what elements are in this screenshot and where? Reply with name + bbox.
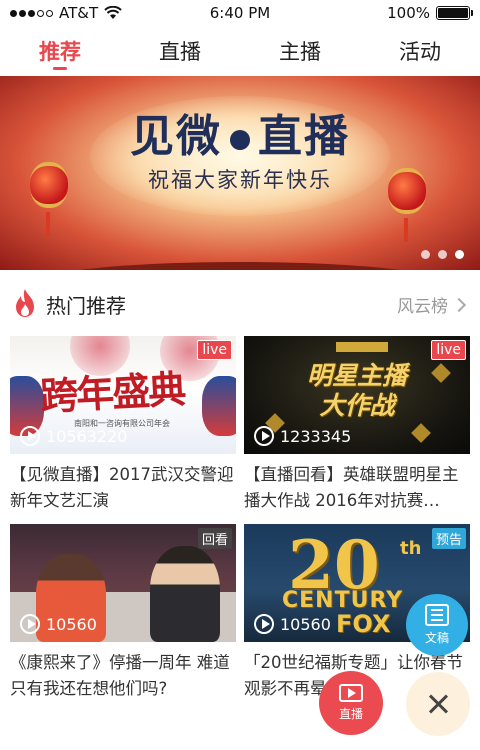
manuscript-button-label: 文稿 xyxy=(424,631,449,645)
opera-mask-decoration xyxy=(202,376,236,436)
close-icon xyxy=(427,693,449,715)
video-thumbnail[interactable]: 回看 10560 xyxy=(10,524,236,642)
view-count: 10563220 xyxy=(20,426,127,446)
thumbnail-title: 跨年盛典 xyxy=(39,366,186,419)
live-badge: live xyxy=(197,340,232,360)
view-count-value: 10560 xyxy=(46,614,97,634)
section-header: 热门推荐 风云榜 xyxy=(0,282,480,324)
play-icon xyxy=(254,426,274,446)
carousel-dot[interactable] xyxy=(421,250,430,259)
banner-title: 见微 直播 xyxy=(0,100,480,164)
tab-live[interactable]: 直播 xyxy=(120,30,240,74)
battery-icon xyxy=(436,6,473,20)
tab-anchors[interactable]: 主播 xyxy=(240,30,360,74)
replay-badge: 回看 xyxy=(197,528,232,549)
video-card[interactable]: 回看 10560 《康熙来了》停播一周年 难道只有我还在想他们吗? xyxy=(10,524,236,702)
tv-play-icon xyxy=(339,684,363,702)
thumbnail-title-line2: 大作战 xyxy=(319,391,395,420)
play-icon xyxy=(254,614,274,634)
section-title: 热门推荐 xyxy=(46,294,126,318)
banner-title-left: 见微 xyxy=(130,111,222,162)
preview-badge: 预告 xyxy=(431,528,466,549)
manuscript-button[interactable]: 文稿 xyxy=(406,594,468,656)
thumbnail-logo-th: th xyxy=(400,538,422,559)
view-count: 10560 xyxy=(254,614,331,634)
view-count-value: 10563220 xyxy=(46,426,128,446)
card-title[interactable]: 【见微直播】2017武汉交警迎新年文艺汇演 xyxy=(10,462,236,514)
fire-icon xyxy=(16,289,34,317)
carousel-dot-active[interactable] xyxy=(455,250,464,259)
card-title[interactable]: 《康熙来了》停播一周年 难道只有我还在想他们吗? xyxy=(10,650,236,702)
ranking-link[interactable]: 风云榜 xyxy=(397,292,467,317)
tab-events[interactable]: 活动 xyxy=(360,30,480,74)
video-card[interactable]: 明星主播 大作战 live 1233345 【直播回看】英雄联盟明星主播大作战 … xyxy=(244,336,470,514)
tab-label: 活动 xyxy=(399,40,441,64)
video-card[interactable]: 跨年盛典 南阳和一咨询有限公司年会 live 10563220 【见微直播】20… xyxy=(10,336,236,514)
tab-label: 直播 xyxy=(159,40,201,64)
thumbnail-logo-fox: FOX xyxy=(336,610,391,638)
host-figure xyxy=(150,546,220,642)
ranking-link-label: 风云榜 xyxy=(397,297,448,317)
close-menu-button[interactable] xyxy=(406,672,470,736)
video-thumbnail[interactable]: 明星主播 大作战 live 1233345 xyxy=(244,336,470,454)
active-tab-indicator xyxy=(53,67,67,70)
battery-percent: 100% xyxy=(387,4,430,22)
tab-recommend[interactable]: 推荐 xyxy=(0,30,120,74)
play-icon xyxy=(20,614,40,634)
banner-title-dot xyxy=(230,129,250,150)
chevron-right-icon xyxy=(451,297,467,312)
status-bar: AT&T 6:40 PM 100% xyxy=(0,0,480,26)
tab-label: 推荐 xyxy=(39,40,81,64)
status-right: 100% xyxy=(387,4,473,22)
live-badge: live xyxy=(431,340,466,360)
go-live-button[interactable]: 直播 xyxy=(319,671,383,735)
banner-table xyxy=(40,262,440,270)
document-icon xyxy=(425,604,449,626)
carousel-indicator xyxy=(421,250,464,259)
card-title[interactable]: 【直播回看】英雄联盟明星主播大作战 2016年对抗赛… xyxy=(244,462,470,514)
top-tabs: 推荐 直播 主播 活动 xyxy=(0,30,480,74)
play-icon xyxy=(20,426,40,446)
view-count: 10560 xyxy=(20,614,97,634)
cube-decoration xyxy=(411,423,431,443)
view-count-value: 1233345 xyxy=(280,426,352,446)
view-count-value: 10560 xyxy=(280,614,331,634)
tab-label: 主播 xyxy=(279,40,321,64)
carousel-dot[interactable] xyxy=(438,250,447,259)
video-thumbnail[interactable]: 跨年盛典 南阳和一咨询有限公司年会 live 10563220 xyxy=(10,336,236,454)
go-live-button-label: 直播 xyxy=(338,707,363,721)
view-count: 1233345 xyxy=(254,426,351,446)
thumbnail-top-badge xyxy=(336,342,388,352)
banner-carousel[interactable]: 见微 直播 祝福大家新年快乐 xyxy=(0,76,480,270)
banner-title-right: 直播 xyxy=(258,111,350,162)
banner-subtitle: 祝福大家新年快乐 xyxy=(148,168,332,192)
